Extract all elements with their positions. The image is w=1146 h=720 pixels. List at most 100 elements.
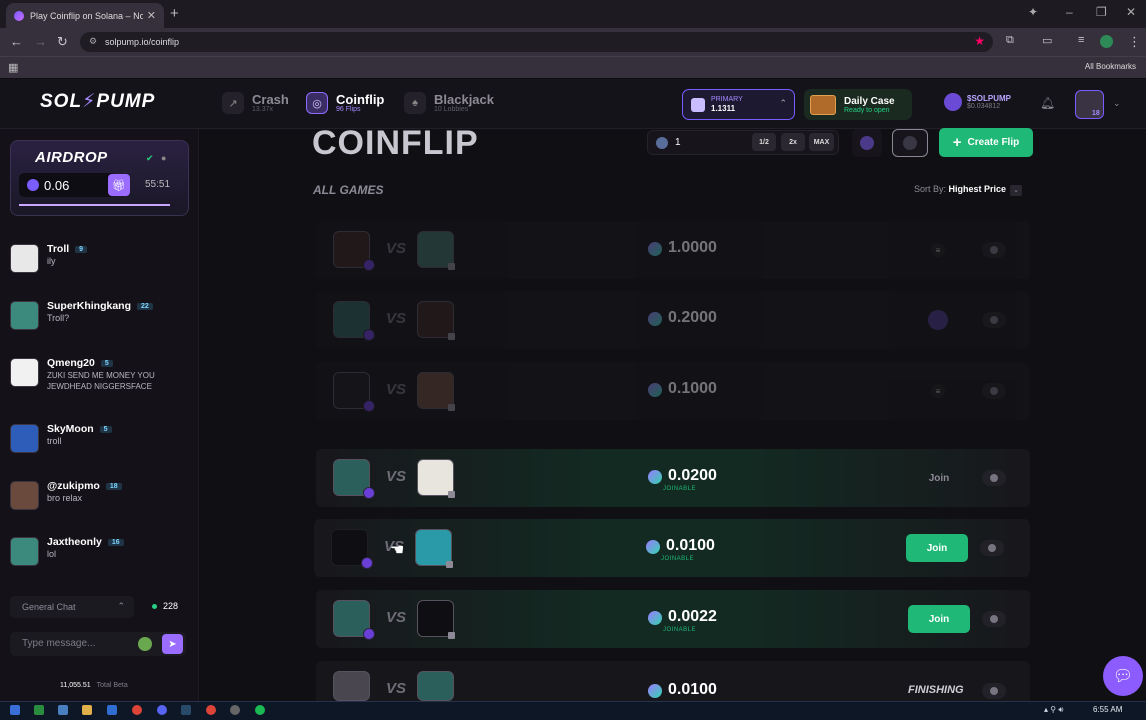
info-icon[interactable]: ● <box>161 153 166 163</box>
chat-username[interactable]: SuperKhingkang <box>47 300 131 312</box>
chat-room-select[interactable]: General Chat ⌃ <box>10 596 134 618</box>
double-button[interactable]: 2x <box>781 133 805 151</box>
avatar[interactable] <box>10 424 39 453</box>
chat-level-badge: 9 <box>75 245 88 253</box>
address-bar[interactable]: ⚙ solpump.io/coinflip ★ <box>80 32 993 52</box>
avatar[interactable] <box>10 537 39 566</box>
maximize-icon[interactable]: ❐ <box>1096 5 1107 19</box>
player-avatar[interactable] <box>417 671 454 701</box>
reload-icon[interactable]: ↻ <box>57 34 68 50</box>
media-icon[interactable]: ≡ <box>1078 34 1084 46</box>
side-sol-toggle[interactable] <box>892 129 928 157</box>
all-bookmarks-link[interactable]: All Bookmarks <box>1085 62 1136 71</box>
profile-avatar-icon[interactable] <box>1100 35 1113 48</box>
cast-icon[interactable]: ▭ <box>1042 34 1052 47</box>
extensions-puzzle-icon[interactable]: ⧉ <box>1006 34 1014 47</box>
view-game-icon[interactable] <box>982 683 1006 699</box>
solpump-logo[interactable]: SOL⚡PUMP <box>40 90 155 113</box>
taskbar-app-icon[interactable] <box>230 705 240 715</box>
wallet-icon <box>691 97 705 112</box>
site-info-icon[interactable]: ⚙ <box>89 36 97 47</box>
view-game-icon[interactable] <box>982 242 1006 258</box>
sort-value: Highest Price <box>948 184 1007 194</box>
max-button[interactable]: MAX <box>809 133 834 151</box>
nav-label: Blackjack <box>434 92 494 107</box>
join-button[interactable]: Join <box>908 605 970 633</box>
windows-start-icon[interactable] <box>10 705 20 715</box>
side-eth-toggle[interactable] <box>852 129 882 157</box>
system-tray[interactable]: ▴ ⚲ 🔊︎ <box>1044 705 1063 715</box>
nav-coinflip[interactable]: ◎ Coinflip 96 Flips <box>306 92 384 114</box>
daily-case-button[interactable]: Daily Case Ready to open <box>804 89 912 120</box>
minimize-icon[interactable]: – <box>1066 5 1073 19</box>
send-button[interactable]: ➤ <box>162 634 183 654</box>
nav-blackjack[interactable]: ♠ Blackjack 10 Lobbies <box>404 92 494 114</box>
chat-level-badge: 22 <box>137 302 153 310</box>
daily-case-title: Daily Case <box>844 95 895 107</box>
view-game-icon[interactable] <box>982 312 1006 328</box>
chat-room-label: General Chat <box>22 602 76 612</box>
join-button[interactable]: Join <box>906 534 968 562</box>
chat-message: Jaxtheonly 16 lol <box>10 533 195 583</box>
player-avatar[interactable] <box>333 671 370 701</box>
support-chat-icon[interactable]: 💬︎ <box>1103 656 1143 696</box>
file-explorer-icon[interactable] <box>82 705 92 715</box>
view-game-icon[interactable] <box>982 470 1006 486</box>
nav-crash[interactable]: ↗ Crash 13.37x <box>222 92 289 114</box>
game-row[interactable]: VS 0.2000 <box>316 291 1030 349</box>
avatar[interactable] <box>10 301 39 330</box>
gift-icon[interactable]: 🎁︎ <box>108 174 130 196</box>
extensions-icon[interactable]: ✦ <box>1028 5 1038 19</box>
window-close-icon[interactable]: ✕ <box>1126 5 1136 19</box>
chevron-down-icon[interactable]: ⌄ <box>1113 98 1121 109</box>
new-tab-button[interactable]: + <box>170 5 179 22</box>
view-game-icon[interactable] <box>982 611 1006 627</box>
sol-coin-icon <box>656 137 668 149</box>
chat-username[interactable]: Troll <box>47 243 69 255</box>
forward-icon[interactable]: → <box>34 34 47 49</box>
back-icon[interactable]: ← <box>10 34 23 49</box>
chat-username[interactable]: SkyMoon <box>47 423 94 435</box>
avatar[interactable] <box>10 358 39 387</box>
steam-icon[interactable] <box>181 705 191 715</box>
bookmark-star-icon[interactable]: ★ <box>974 34 985 48</box>
nav-sub: 10 Lobbies <box>434 106 469 113</box>
chat-username[interactable]: Qmeng20 <box>47 357 95 369</box>
spotify-icon[interactable] <box>255 705 265 715</box>
tab-close-icon[interactable]: ✕ <box>147 9 156 22</box>
taskbar-app-icon[interactable] <box>34 705 44 715</box>
avatar[interactable] <box>10 481 39 510</box>
game-row[interactable]: VS 0.0200 JOINABLE Join <box>316 449 1030 507</box>
browser-menu-icon[interactable]: ⋮ <box>1128 34 1141 50</box>
game-row[interactable]: VS 1.0000 ≡ <box>316 221 1030 279</box>
half-button[interactable]: 1/2 <box>752 133 776 151</box>
game-row[interactable]: VS 0.0100 FINISHING <box>316 661 1030 701</box>
browser-tab[interactable]: Play Coinflip on Solana – No K ✕ <box>6 3 164 28</box>
avatar[interactable] <box>10 244 39 273</box>
total-label: Total Beta <box>96 682 128 689</box>
discord-icon[interactable] <box>157 705 167 715</box>
sol-coin-icon <box>648 470 662 484</box>
create-flip-button[interactable]: + Create Flip <box>939 128 1033 157</box>
eth-chip-icon <box>363 628 375 640</box>
bell-icon[interactable]: 🔔︎ <box>1040 96 1055 110</box>
eye-icon <box>990 387 998 395</box>
emoji-icon[interactable] <box>138 637 152 651</box>
chat-username[interactable]: @zukipmo <box>47 480 100 492</box>
chat-username[interactable]: Jaxtheonly <box>47 536 102 548</box>
join-button[interactable]: Join <box>908 464 970 492</box>
solpump-token-price[interactable]: $SOLPUMP $0.034812 <box>944 93 1011 111</box>
chrome-icon[interactable] <box>132 705 142 715</box>
message-input[interactable]: Type message... <box>10 632 186 656</box>
apps-grid-icon[interactable]: ▦ <box>8 61 18 74</box>
taskbar-app-icon[interactable] <box>58 705 68 715</box>
chrome-icon[interactable] <box>206 705 216 715</box>
game-row[interactable]: VS 0.1000 ≡ <box>316 362 1030 420</box>
wallet-selector[interactable]: PRIMARY 1.1311 ⌃ <box>682 89 795 120</box>
sort-dropdown[interactable]: Sort By: Highest Price ⌄ <box>914 184 1023 196</box>
view-game-icon[interactable] <box>982 383 1006 399</box>
game-row[interactable]: VS 0.0022 JOINABLE Join <box>316 590 1030 648</box>
game-row[interactable]: VS 0.0100 JOINABLE Join <box>314 519 1030 577</box>
view-game-icon[interactable] <box>980 540 1004 556</box>
taskbar-app-icon[interactable] <box>107 705 117 715</box>
